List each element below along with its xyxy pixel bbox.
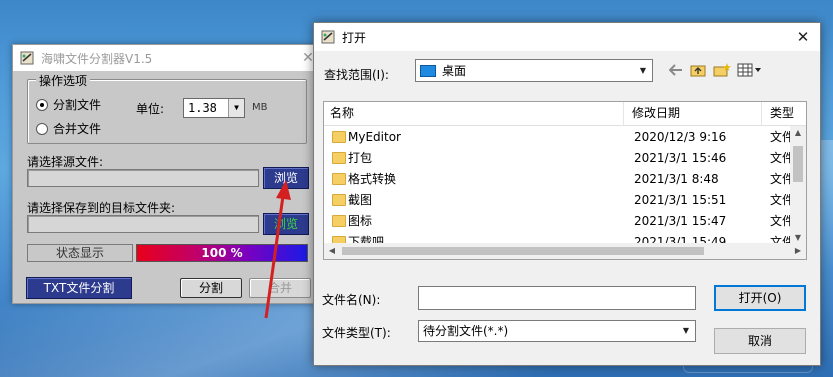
dialog-title: 打开 (342, 30, 367, 45)
split-radio-label: 分割文件 (53, 98, 102, 112)
source-path-field[interactable] (27, 169, 259, 187)
folder-icon (332, 173, 346, 185)
merge-radio-row[interactable]: 合并文件 (36, 120, 101, 137)
progress-text: 100 % (201, 246, 243, 260)
options-legend: 操作选项 (36, 72, 91, 89)
unit-suffix: MB (252, 102, 268, 113)
cancel-button[interactable]: 取消 (714, 328, 806, 354)
target-label: 请选择保存到的目标文件夹: (27, 201, 176, 215)
dialog-titlebar[interactable]: 打开 ✕ (314, 23, 820, 51)
folder-icon (332, 131, 346, 143)
source-label: 请选择源文件: (27, 155, 104, 169)
list-item[interactable]: MyEditor 2020/12/3 9:16 文件 (324, 127, 794, 148)
browse-target-button[interactable]: 浏览 (263, 213, 309, 235)
splitter-window: 海啸文件分割器V1.5 ✕ 操作选项 分割文件 合并文件 单位: 1.38 ▼ … (12, 44, 324, 304)
options-group: 操作选项 分割文件 合并文件 单位: 1.38 ▼ MB (27, 72, 307, 144)
close-icon[interactable]: ✕ (794, 28, 812, 46)
lookin-value: 桌面 (442, 64, 467, 78)
chevron-down-icon[interactable]: ▼ (678, 321, 694, 341)
unit-value: 1.38 (188, 101, 217, 115)
merge-button[interactable]: 合并 (249, 278, 311, 298)
file-name: 截图 (348, 193, 373, 207)
column-date[interactable]: 修改日期 (626, 102, 762, 126)
desktop-icon (420, 64, 436, 77)
file-list[interactable]: ⌃ 名称 修改日期 类型 MyEditor 2020/12/3 9:16 文件 打包 2… (323, 101, 807, 260)
scroll-left-icon[interactable]: ◀ (324, 243, 340, 259)
file-date: 2021/3/1 15:51 (634, 193, 727, 207)
view-menu-icon[interactable] (736, 61, 766, 79)
folder-icon (332, 215, 346, 227)
file-date: 2021/3/1 8:48 (634, 172, 719, 186)
open-dialog: 打开 ✕ 查找范围(I): 桌面 ▼ ⌃ 名称 修改日期 类型 MyEditor… (313, 22, 821, 366)
list-item[interactable]: 截图 2021/3/1 15:51 文件 (324, 190, 794, 211)
column-type[interactable]: 类型 (764, 102, 806, 126)
list-item[interactable]: 格式转换 2021/3/1 8:48 文件 (324, 169, 794, 190)
split-radio-row[interactable]: 分割文件 (36, 96, 101, 113)
merge-radio[interactable] (36, 122, 48, 135)
unit-label: 单位: (136, 102, 165, 116)
file-name: 打包 (348, 151, 373, 165)
horizontal-scrollbar[interactable]: ◀ ▶ (324, 243, 806, 259)
list-item[interactable]: 图标 2021/3/1 15:47 文件 (324, 211, 794, 232)
file-name: 图标 (348, 214, 373, 228)
merge-radio-label: 合并文件 (53, 122, 102, 136)
new-folder-icon[interactable] (712, 61, 732, 79)
chevron-down-icon[interactable]: ▼ (635, 61, 651, 80)
splitter-titlebar[interactable]: 海啸文件分割器V1.5 ✕ (13, 45, 323, 71)
splitter-title: 海啸文件分割器V1.5 (41, 51, 153, 66)
split-button[interactable]: 分割 (180, 278, 242, 298)
filetype-combo[interactable]: 待分割文件(*.*) ▼ (418, 320, 696, 342)
status-label: 状态显示 (27, 244, 133, 262)
vertical-scroll-thumb[interactable] (793, 146, 803, 182)
filename-input[interactable] (418, 286, 696, 310)
browse-source-button[interactable]: 浏览 (263, 167, 309, 189)
unit-select[interactable]: 1.38 ▼ (183, 98, 245, 118)
back-arrow-icon[interactable] (667, 61, 685, 79)
horizontal-scroll-thumb[interactable] (342, 247, 704, 255)
chevron-down-icon[interactable]: ▼ (228, 99, 244, 117)
file-date: 2021/3/1 15:47 (634, 214, 727, 228)
open-button[interactable]: 打开(O) (714, 285, 806, 311)
filename-label: 文件名(N): (322, 293, 381, 307)
filetype-value: 待分割文件(*.*) (423, 324, 509, 338)
progress-bar: 100 % (136, 244, 308, 262)
file-date: 2020/12/3 9:16 (634, 130, 727, 144)
column-name[interactable]: 名称 (324, 102, 624, 126)
scroll-right-icon[interactable]: ▶ (790, 243, 806, 259)
filetype-label: 文件类型(T): (322, 326, 391, 340)
up-folder-icon[interactable] (689, 61, 707, 79)
split-radio[interactable] (36, 98, 48, 111)
file-name: 格式转换 (348, 172, 397, 186)
vertical-scrollbar[interactable]: ▲ ▼ (790, 126, 806, 245)
lookin-label: 查找范围(I): (324, 68, 389, 82)
folder-icon (332, 152, 346, 164)
file-list-header: ⌃ 名称 修改日期 类型 (324, 102, 806, 126)
txt-split-button[interactable]: TXT文件分割 (26, 277, 132, 299)
folder-icon (332, 194, 346, 206)
app-icon (19, 50, 35, 66)
target-path-field[interactable] (27, 215, 259, 233)
list-item[interactable]: 打包 2021/3/1 15:46 文件 (324, 148, 794, 169)
app-icon (320, 29, 336, 45)
file-name: MyEditor (348, 130, 401, 144)
file-date: 2021/3/1 15:46 (634, 151, 727, 165)
scroll-up-icon[interactable]: ▲ (790, 126, 806, 140)
lookin-combo[interactable]: 桌面 ▼ (415, 59, 653, 82)
